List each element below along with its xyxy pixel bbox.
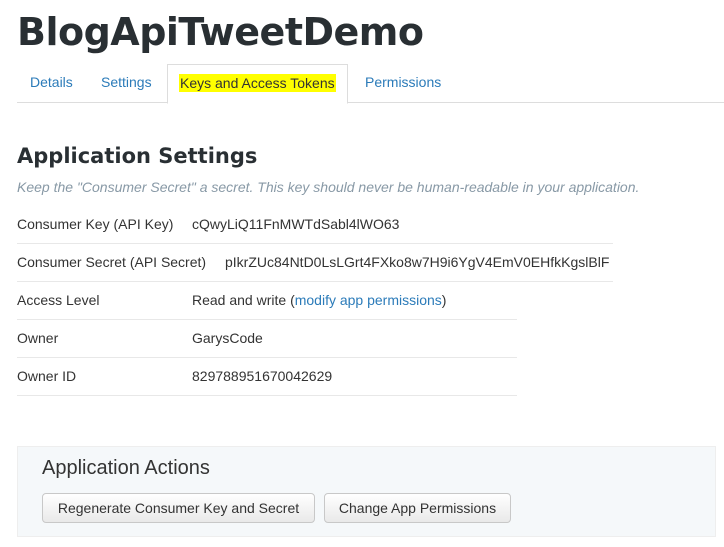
app-title: BlogApiTweetDemo [17,10,424,54]
application-actions-panel: Application Actions Regenerate Consumer … [17,446,716,537]
settings-row-access-level: Access Level Read and write (modify app … [17,282,517,320]
settings-row-owner-id: Owner ID 829788951670042629 [17,358,517,396]
owner-value: GarysCode [192,330,263,346]
modify-app-permissions-link[interactable]: modify app permissions [295,292,442,308]
consumer-secret-value: pIkrZUc84NtD0LsLGrt4FXko8w7H9i6YgV4EmV0E… [225,254,610,270]
consumer-key-value: cQwyLiQ11FnMWTdSabl4lWO63 [192,216,400,232]
paren-close: ) [441,292,447,308]
application-actions-heading: Application Actions [42,457,210,479]
owner-id-value: 829788951670042629 [192,368,333,384]
access-level-value: Read and write (modify app permissions) [192,282,446,319]
tab-keys-label: Keys and Access Tokens [179,74,336,92]
settings-row-owner: Owner GarysCode [17,320,517,358]
tab-details[interactable]: Details [30,64,73,101]
tab-bar: Details Settings Keys and Access Tokens … [17,64,724,104]
secret-warning-note: Keep the "Consumer Secret" a secret. Thi… [17,179,640,195]
row-label: Consumer Secret (API Secret) [17,254,207,270]
tab-settings[interactable]: Settings [101,64,152,101]
row-label: Access Level [17,292,100,308]
row-label: Consumer Key (API Key) [17,216,174,232]
row-label: Owner ID [17,368,77,384]
row-label: Owner [17,330,59,346]
tab-keys-and-access-tokens[interactable]: Keys and Access Tokens [167,64,348,104]
change-app-permissions-button[interactable]: Change App Permissions [324,493,511,523]
access-level-text: Read and write [192,292,287,308]
tab-permissions[interactable]: Permissions [365,64,441,101]
settings-row-consumer-secret: Consumer Secret (API Secret) pIkrZUc84Nt… [17,244,613,282]
regenerate-consumer-key-button[interactable]: Regenerate Consumer Key and Secret [42,493,315,523]
application-settings-heading: Application Settings [17,144,258,168]
settings-row-consumer-key: Consumer Key (API Key) cQwyLiQ11FnMWTdSa… [17,206,613,244]
